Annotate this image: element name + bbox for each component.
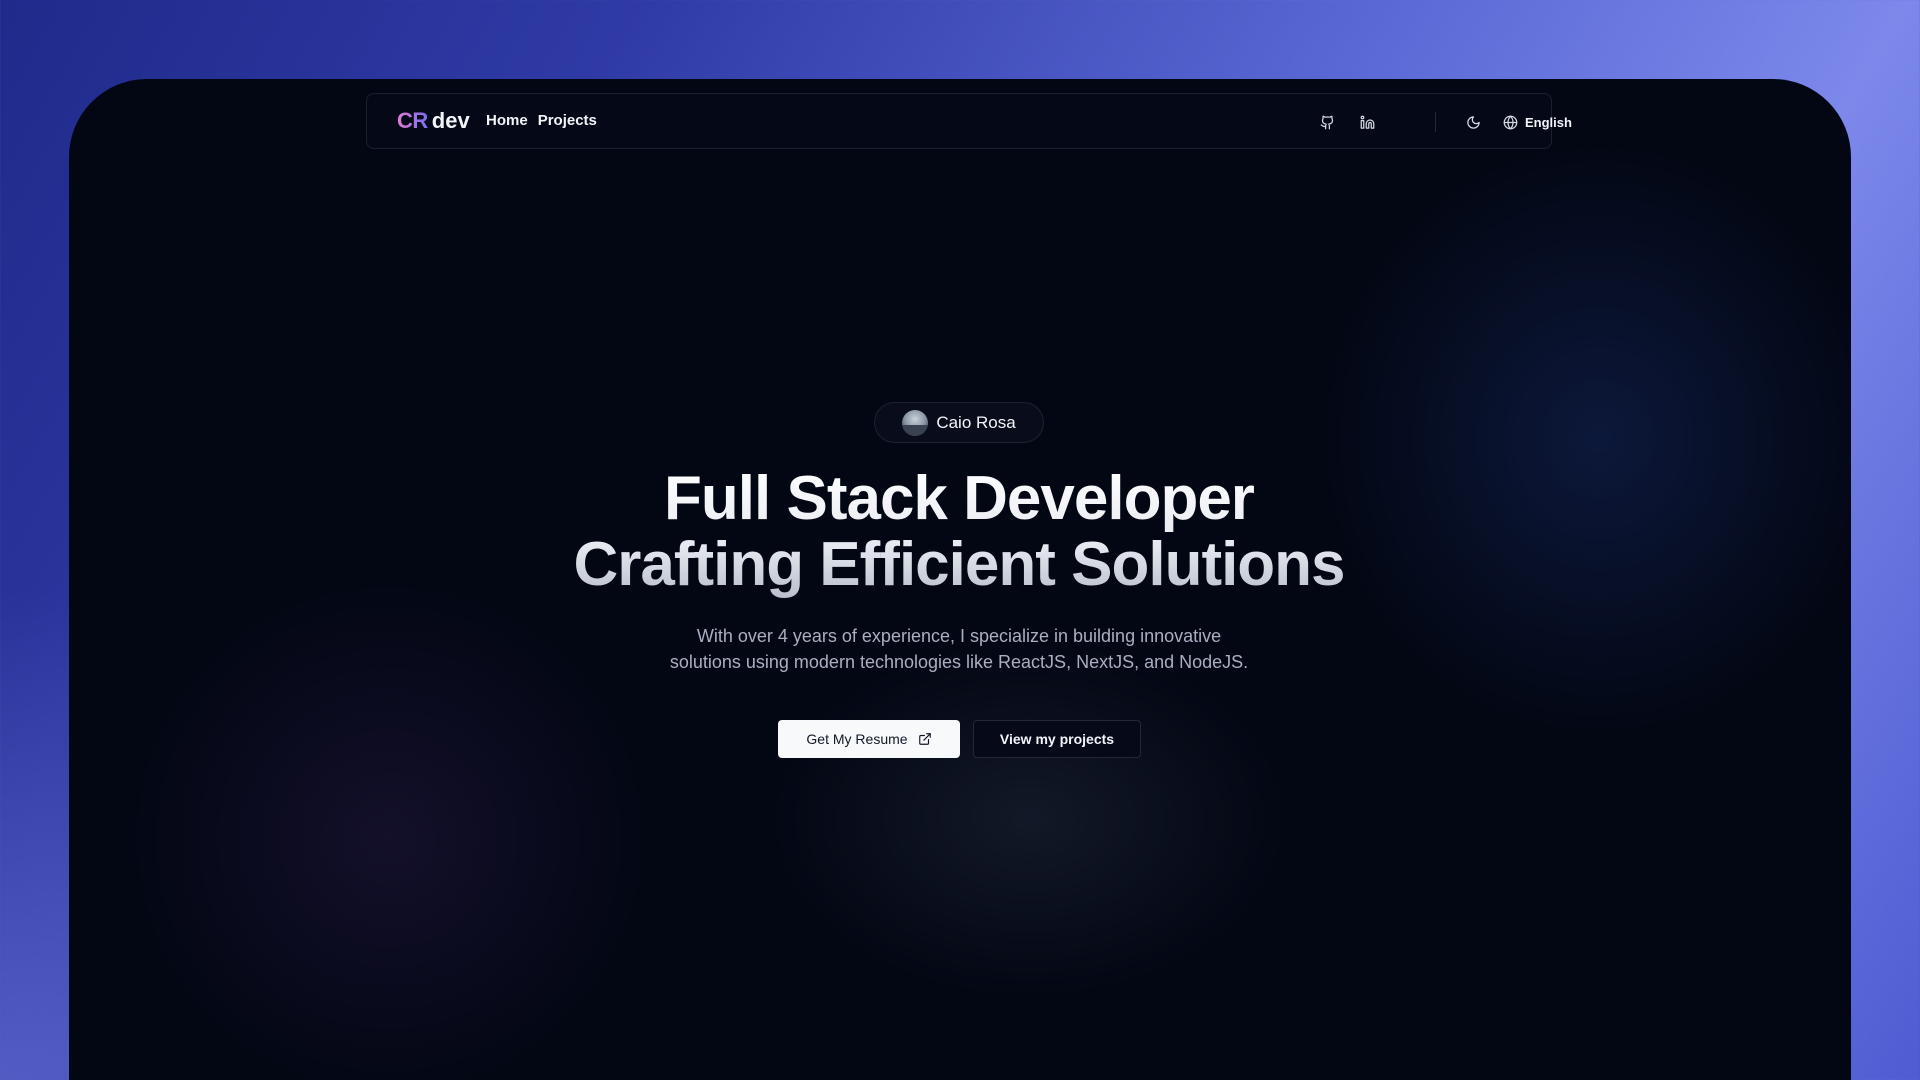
view-projects-button[interactable]: View my projects	[973, 720, 1141, 758]
linkedin-link[interactable]	[1355, 110, 1379, 134]
theme-toggle[interactable]	[1461, 110, 1485, 134]
badge-name: Caio Rosa	[936, 412, 1016, 432]
github-link[interactable]	[1315, 110, 1339, 134]
nav-link-home[interactable]: Home	[486, 111, 528, 131]
hero-title-line-1: Full Stack Developer	[664, 464, 1254, 533]
background-glow-left	[129, 579, 649, 1080]
linkedin-icon	[1360, 115, 1374, 129]
moon-icon	[1466, 115, 1480, 129]
hero-subtitle-line-1: With over 4 years of experience, I speci…	[696, 626, 1222, 646]
nav-link-projects[interactable]: Projects	[538, 111, 597, 131]
name-badge: Caio Rosa	[874, 402, 1044, 443]
get-resume-label: Get My Resume	[806, 731, 908, 747]
github-icon	[1320, 115, 1333, 129]
external-link-icon	[918, 733, 931, 745]
nav-links: Home Projects	[486, 111, 597, 131]
get-resume-button[interactable]: Get My Resume	[778, 720, 960, 758]
view-projects-label: View my projects	[999, 731, 1115, 747]
background-glow-right	[1319, 139, 1851, 739]
avatar	[902, 409, 929, 436]
language-selector[interactable]: English	[1503, 111, 1572, 133]
globe-icon	[1503, 115, 1518, 129]
hero-subtitle: With over 4 years of experience, I speci…	[629, 623, 1289, 675]
hero-title: Full Stack Developer Crafting Efficient …	[429, 466, 1489, 598]
language-label: English	[1525, 114, 1572, 130]
nav-divider	[1435, 112, 1436, 132]
laptop-screen: CR dev Home Projects English Caio Rosa F…	[69, 79, 1851, 1080]
logo-suffix: dev	[431, 108, 470, 133]
background-glow-center	[769, 639, 1289, 999]
cta-row: Get My Resume View my projects	[69, 720, 1851, 758]
hero-title-line-2: Crafting Efficient Solutions	[573, 530, 1345, 599]
top-navbar: CR dev Home Projects English	[366, 93, 1572, 149]
hero-subtitle-line-2: solutions using modern technologies like…	[669, 652, 1249, 672]
site-logo[interactable]: CR dev	[397, 108, 470, 134]
logo-mark: CR	[397, 108, 428, 133]
